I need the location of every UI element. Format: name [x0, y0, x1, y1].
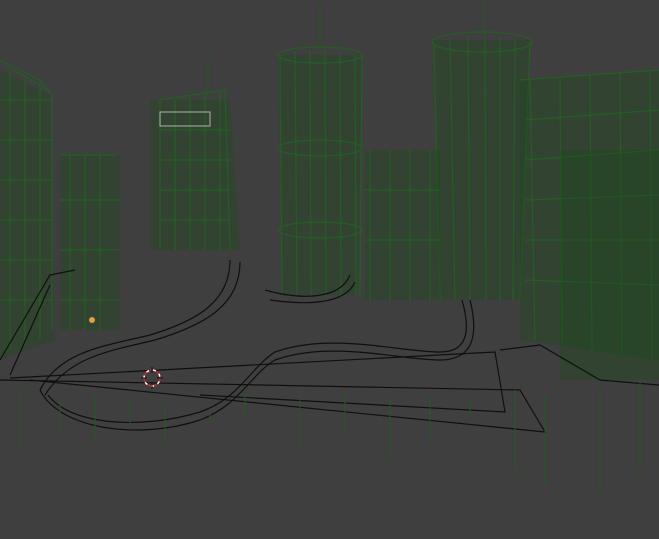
center-round-tower[interactable]: [277, 5, 363, 299]
right-round-tower[interactable]: [431, 0, 533, 301]
3d-viewport[interactable]: [0, 0, 659, 539]
center-left-building[interactable]: [150, 60, 240, 251]
lamp-icon[interactable]: [89, 317, 95, 323]
left-building[interactable]: [0, 59, 55, 360]
city-wireframe-scene[interactable]: [0, 0, 659, 539]
3d-cursor-icon[interactable]: [141, 367, 163, 389]
support-poles: [19, 380, 641, 495]
